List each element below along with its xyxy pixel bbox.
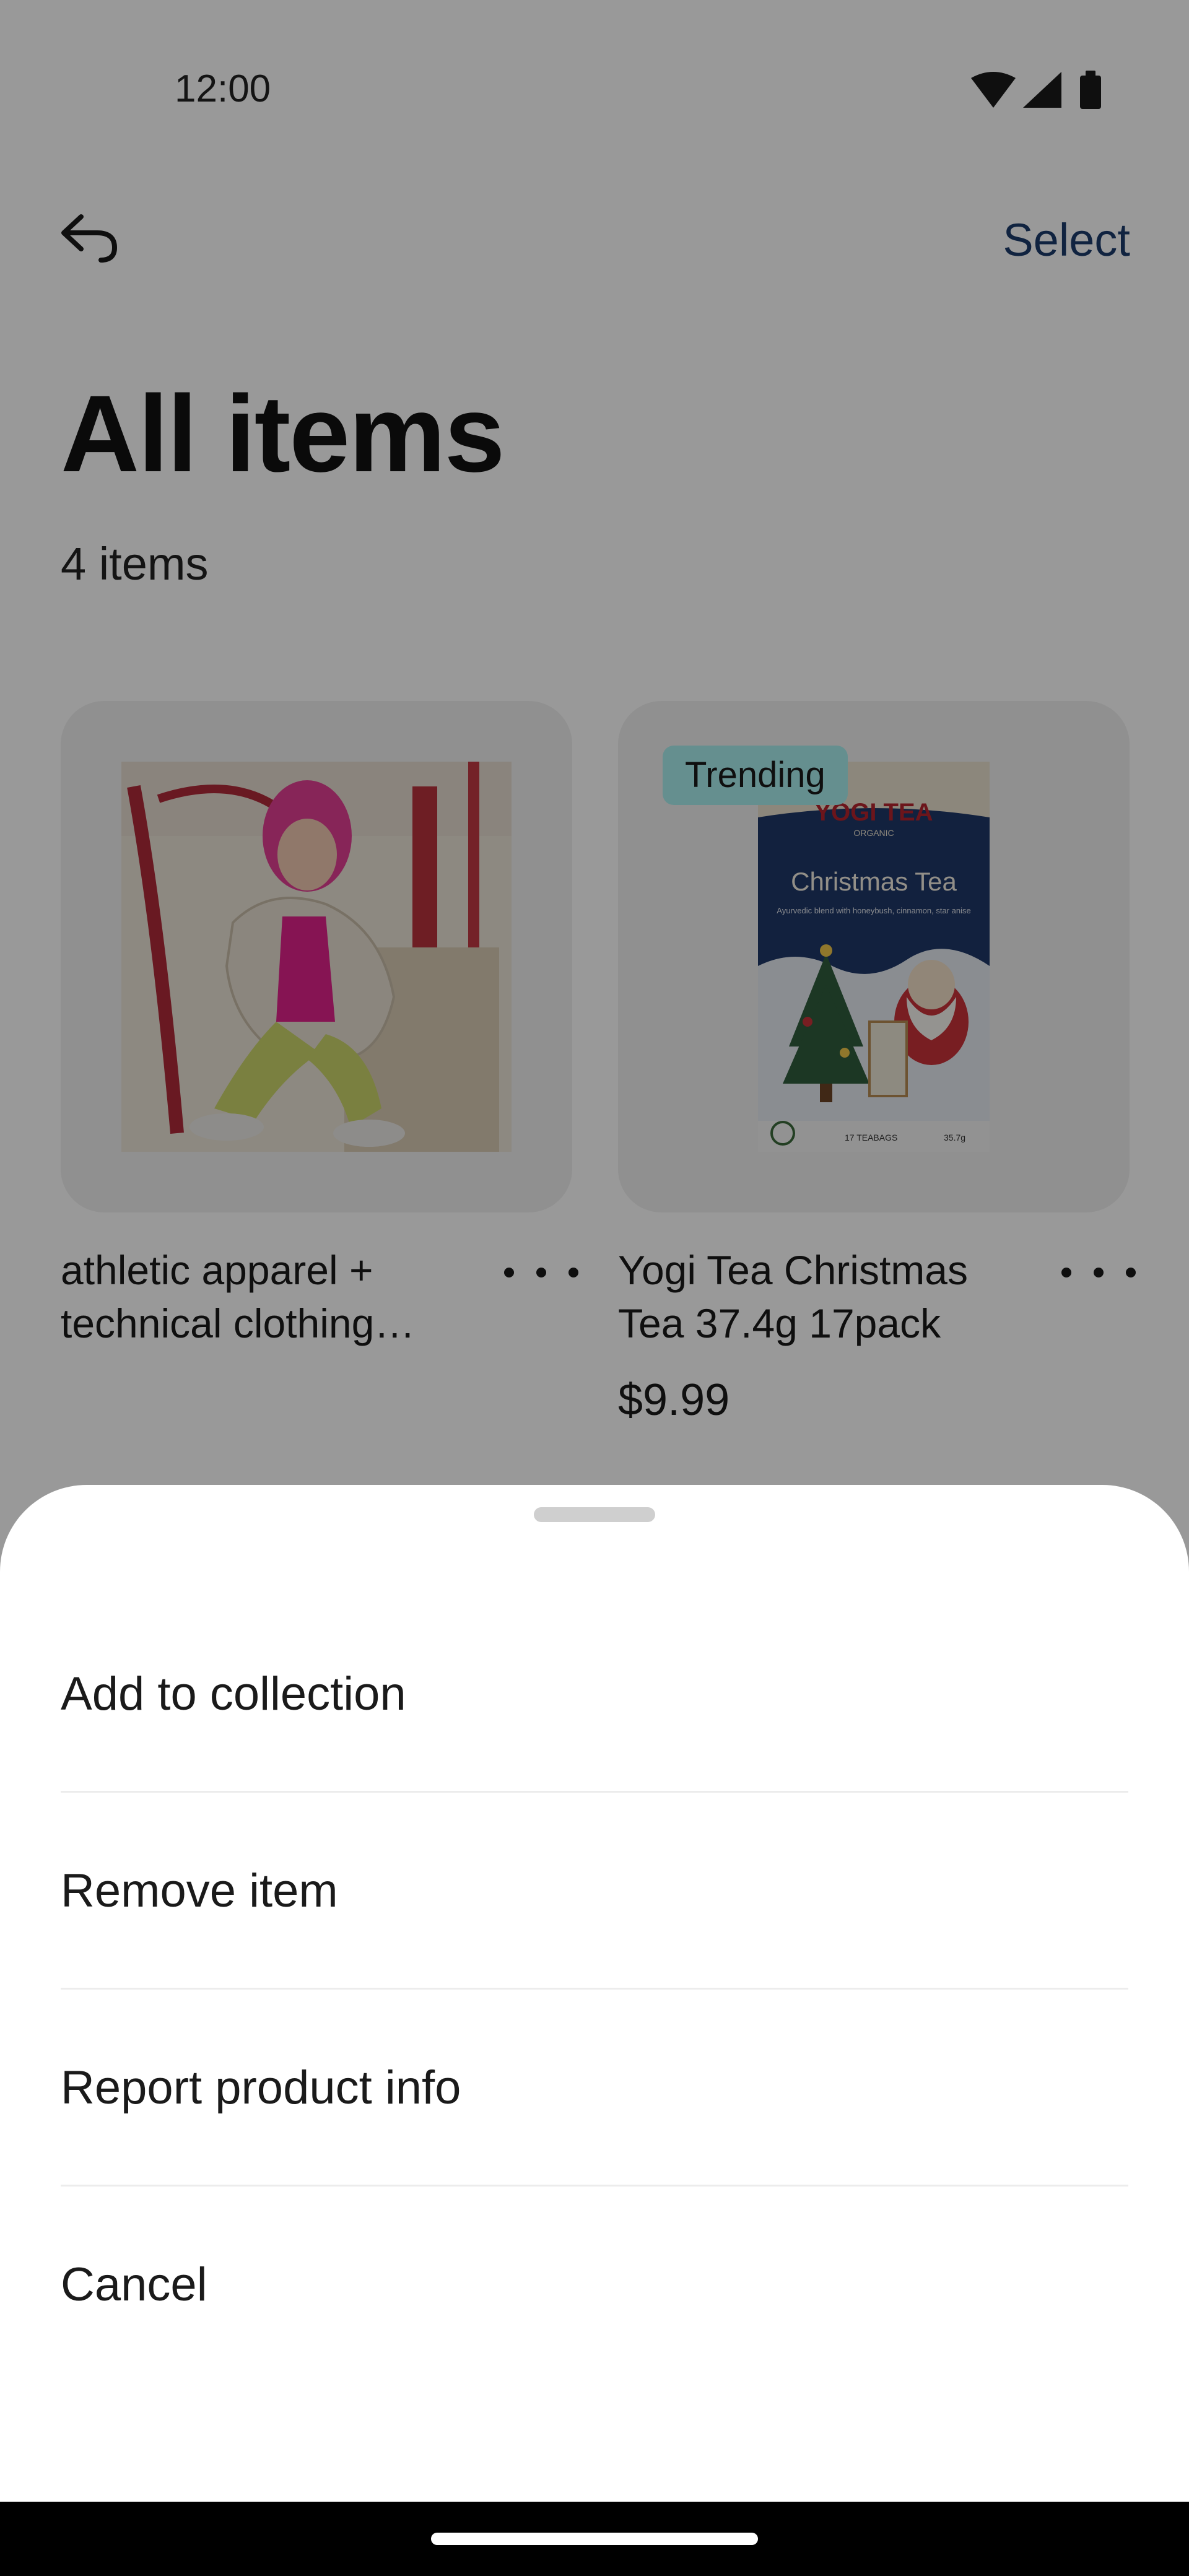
sheet-drag-handle[interactable] bbox=[534, 1507, 655, 1522]
add-to-collection-option[interactable]: Add to collection bbox=[61, 1595, 1128, 1792]
home-indicator[interactable] bbox=[431, 2533, 758, 2545]
report-product-info-option[interactable]: Report product info bbox=[61, 1989, 1128, 2186]
bottom-sheet: Add to collection Remove item Report pro… bbox=[0, 1485, 1189, 2502]
screen: 12:00 Select All items 4 items YOGI TEA … bbox=[0, 0, 1189, 2576]
system-nav-bar bbox=[0, 2502, 1189, 2576]
remove-item-option[interactable]: Remove item bbox=[61, 1792, 1128, 1989]
cancel-option[interactable]: Cancel bbox=[61, 2186, 1128, 2383]
